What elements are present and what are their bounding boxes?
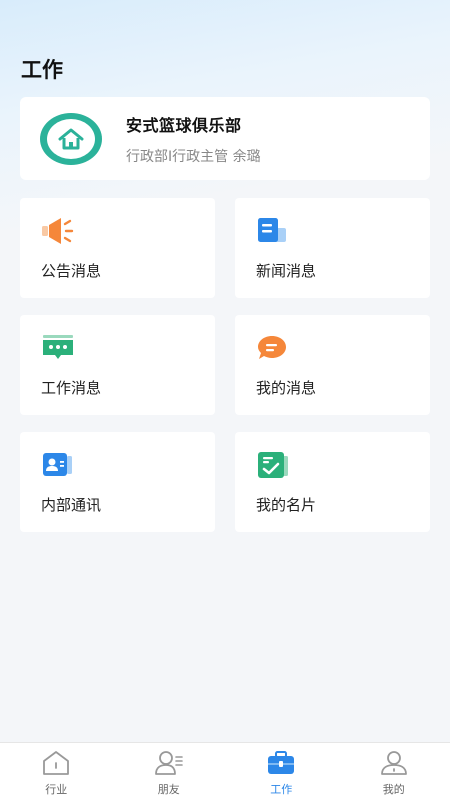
bottom-tab-bar: 行业 朋友 工作 我的 bbox=[0, 742, 450, 800]
chat-dots-icon bbox=[43, 335, 73, 359]
tab-industry[interactable]: 行业 bbox=[0, 743, 113, 800]
tile-my-card[interactable]: 我的名片 bbox=[235, 432, 430, 532]
user-icon bbox=[380, 751, 407, 775]
tab-label: 工作 bbox=[270, 783, 293, 796]
tab-work[interactable]: 工作 bbox=[225, 743, 338, 800]
tile-internal-contacts[interactable]: 内部通讯 bbox=[20, 432, 215, 532]
tile-label: 新闻消息 bbox=[256, 262, 317, 280]
contacts-icon bbox=[43, 453, 72, 476]
message-bubble-icon bbox=[258, 336, 286, 359]
house-icon bbox=[58, 128, 84, 149]
card-check-icon bbox=[258, 452, 288, 478]
tab-mine[interactable]: 我的 bbox=[338, 743, 450, 800]
tile-label: 内部通讯 bbox=[41, 496, 102, 514]
tab-label: 行业 bbox=[45, 783, 68, 796]
tile-label: 我的名片 bbox=[256, 496, 317, 514]
tile-my-messages[interactable]: 我的消息 bbox=[235, 315, 430, 415]
org-card[interactable]: 安式篮球俱乐部 行政部I行政主管 余璐 bbox=[20, 97, 430, 180]
home-icon bbox=[43, 751, 70, 775]
tile-announcements[interactable]: 公告消息 bbox=[20, 198, 215, 298]
tile-label: 我的消息 bbox=[256, 379, 317, 397]
news-icon bbox=[258, 218, 286, 242]
tab-label: 我的 bbox=[382, 783, 405, 796]
org-subtitle: 行政部I行政主管 余璐 bbox=[126, 148, 261, 165]
briefcase-icon bbox=[268, 751, 295, 774]
tab-friends[interactable]: 朋友 bbox=[113, 743, 226, 800]
megaphone-icon bbox=[42, 218, 74, 244]
tile-work-messages[interactable]: 工作消息 bbox=[20, 315, 215, 415]
friends-icon bbox=[154, 751, 183, 775]
tile-label: 工作消息 bbox=[41, 379, 102, 397]
org-logo bbox=[40, 112, 102, 165]
tile-news[interactable]: 新闻消息 bbox=[235, 198, 430, 298]
tile-label: 公告消息 bbox=[41, 262, 102, 280]
page-title: 工作 bbox=[21, 58, 63, 82]
tab-label: 朋友 bbox=[157, 783, 180, 796]
org-name: 安式篮球俱乐部 bbox=[126, 115, 242, 135]
